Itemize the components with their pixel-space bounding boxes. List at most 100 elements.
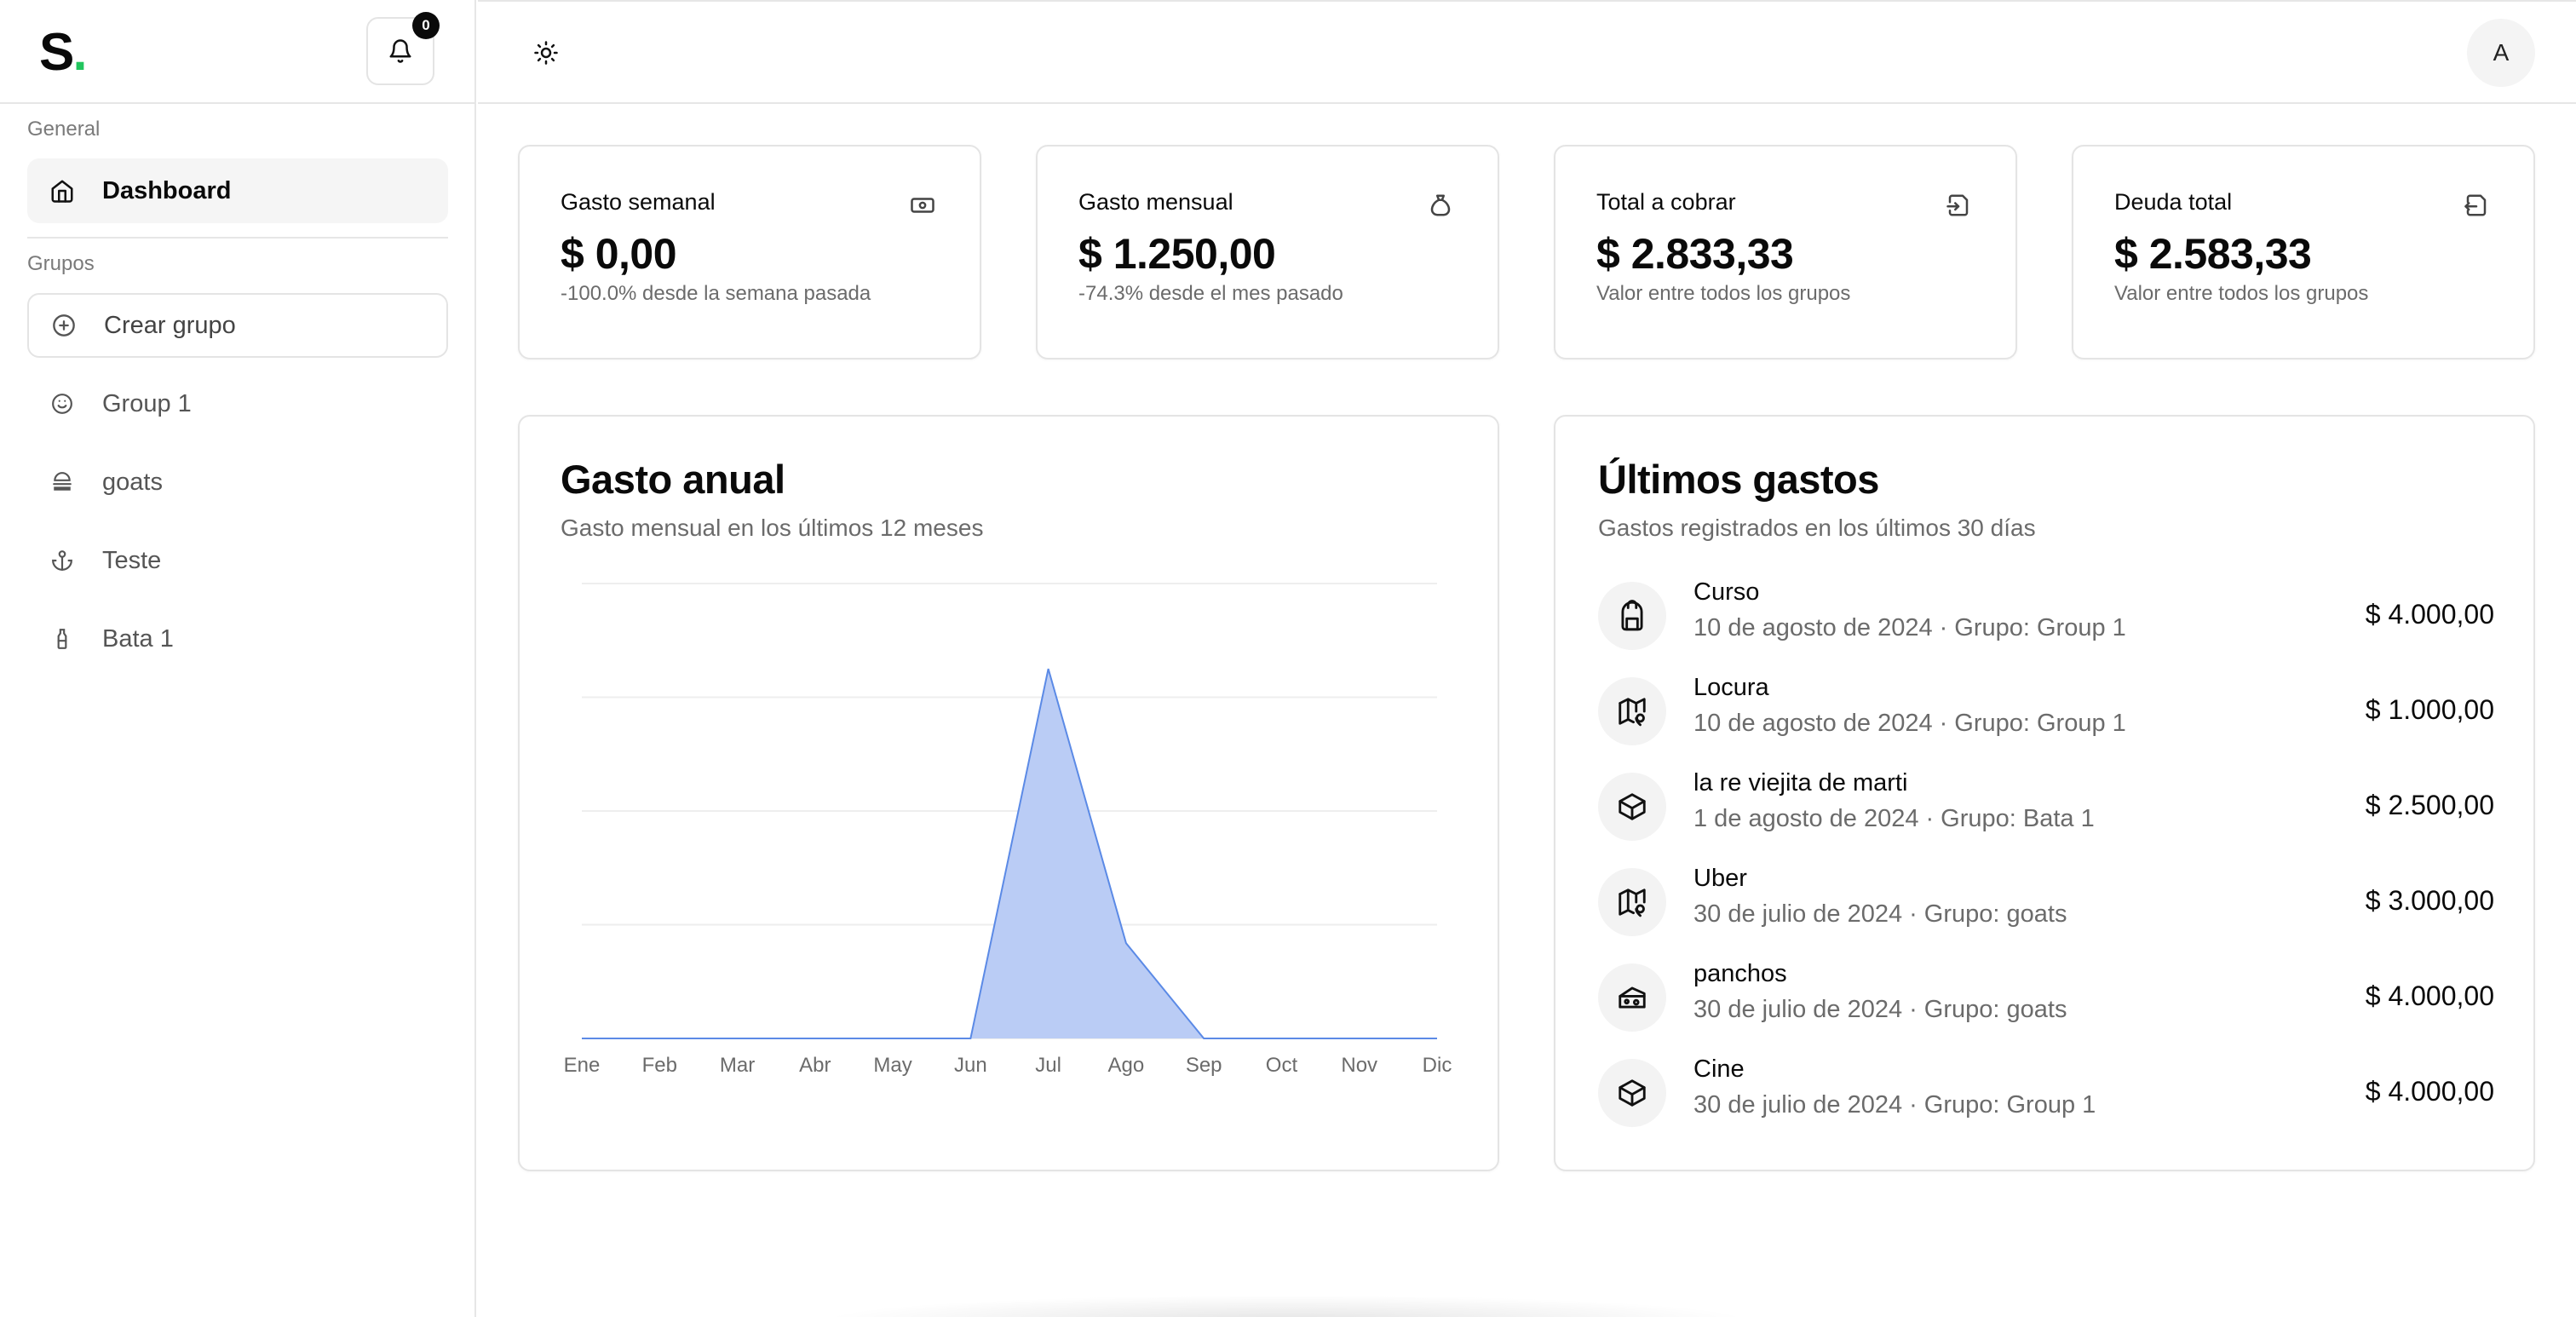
backpack-icon (1598, 582, 1666, 650)
stat-card-debt: Deuda total $ 2.583,33 Valor entre todos… (2072, 145, 2535, 359)
bottle-icon (48, 624, 77, 653)
stat-value: $ 0,00 (561, 230, 677, 278)
x-tick-label: May (873, 1054, 911, 1077)
map-pin-icon (1598, 868, 1666, 936)
sidebar-item-bata-1[interactable]: Bata 1 (27, 607, 448, 671)
app-logo[interactable]: S. (39, 22, 88, 83)
expense-date: 10 de agosto de 2024 (1693, 614, 1933, 641)
meta-separator: · (1925, 805, 1935, 832)
expense-group: Grupo: Bata 1 (1941, 805, 2095, 832)
home-icon (48, 176, 77, 205)
recent-card-title: Últimos gastos (1598, 457, 1879, 502)
expense-amount: $ 4.000,00 (2365, 981, 2494, 1011)
box-icon (1598, 1059, 1666, 1127)
user-avatar[interactable]: A (2467, 19, 2535, 87)
expense-row[interactable]: Uber 30 de julio de 2024 · Grupo: goats $ 3.… (1598, 865, 2494, 941)
x-tick-label: Abr (799, 1054, 831, 1077)
expense-name: Locura (1693, 674, 1769, 701)
stat-caption: Valor entre todos los grupos (2114, 282, 2369, 305)
sidebar-item-goats[interactable]: goats (27, 450, 448, 515)
sidebar-item-teste[interactable]: Teste (27, 528, 448, 593)
expense-meta: 1 de agosto de 2024 · Grupo: Bata 1 (1693, 805, 2095, 833)
annual-chart-card: Gasto anual Gasto mensual en los últimos… (518, 415, 1499, 1171)
stat-card-receivable: Total a cobrar $ 2.833,33 Valor entre to… (1554, 145, 2017, 359)
x-tick-label: Mar (720, 1054, 755, 1077)
x-tick-label: Sep (1186, 1054, 1222, 1077)
plus-circle-icon (49, 311, 78, 340)
stat-caption: -100.0% desde la semana pasada (561, 282, 871, 305)
bell-icon (389, 39, 411, 63)
sidebar-item-label: Crear grupo (104, 311, 236, 339)
meta-separator: · (1909, 1091, 1918, 1119)
chart-point-feb[interactable] (654, 1033, 664, 1044)
meta-separator: · (1939, 710, 1948, 737)
expense-row[interactable]: panchos 30 de julio de 2024 · Grupo: goats $… (1598, 960, 2494, 1037)
stat-value: $ 2.833,33 (1596, 230, 1794, 278)
expense-date: 1 de agosto de 2024 (1693, 805, 1919, 832)
expense-meta: 10 de agosto de 2024 · Grupo: Group 1 (1693, 710, 2126, 738)
burger-icon (48, 468, 77, 497)
expense-meta: 30 de julio de 2024 · Grupo: goats (1693, 996, 2067, 1024)
meta-separator: · (1939, 614, 1948, 641)
stat-title: Deuda total (2114, 189, 2233, 215)
expense-row[interactable]: Locura 10 de agosto de 2024 · Grupo: Group … (1598, 674, 2494, 751)
expense-name: Cine (1693, 1055, 1745, 1083)
x-tick-label: Ago (1108, 1054, 1145, 1077)
smile-icon (48, 389, 77, 418)
meta-separator: · (1909, 996, 1918, 1023)
expense-row[interactable]: Cine 30 de julio de 2024 · Grupo: Group 1 $ … (1598, 1055, 2494, 1132)
chart-point-jul[interactable] (1044, 664, 1054, 674)
expense-name: Curso (1693, 578, 1760, 606)
stat-caption: -74.3% desde el mes pasado (1078, 282, 1343, 305)
box-icon (1598, 773, 1666, 841)
chart-point-mar[interactable] (733, 1033, 743, 1044)
expense-meta: 10 de agosto de 2024 · Grupo: Group 1 (1693, 614, 2126, 642)
expense-group: Grupo: goats (1923, 900, 2067, 928)
expense-group: Grupo: Group 1 (1954, 614, 2126, 641)
expense-amount: $ 2.500,00 (2365, 790, 2494, 820)
chart-point-dic[interactable] (1432, 1033, 1442, 1044)
expense-amount: $ 3.000,00 (2365, 885, 2494, 916)
expense-name: Uber (1693, 865, 1747, 892)
x-tick-label: Nov (1341, 1054, 1377, 1077)
expense-date: 10 de agosto de 2024 (1693, 710, 1933, 737)
sidebar-item-dashboard[interactable]: Dashboard (27, 158, 448, 223)
stat-title: Total a cobrar (1596, 189, 1736, 215)
chart-point-ago[interactable] (1121, 938, 1131, 948)
stat-value: $ 1.250,00 (1078, 230, 1276, 278)
stat-caption: Valor entre todos los grupos (1596, 282, 1851, 305)
notifications-badge: 0 (412, 12, 440, 39)
chart-point-oct[interactable] (1276, 1033, 1286, 1044)
sidebar-item-label: Teste (102, 546, 162, 574)
create-group-button[interactable]: Crear grupo (27, 293, 448, 358)
chart-point-jun[interactable] (965, 1033, 975, 1044)
expense-row[interactable]: Curso 10 de agosto de 2024 · Grupo: Group 1… (1598, 578, 2494, 655)
expense-row[interactable]: la re viejita de marti 1 de agosto de 202… (1598, 769, 2494, 846)
expense-group: Grupo: Group 1 (1954, 710, 2126, 737)
sidebar-item-label: Dashboard (102, 176, 232, 204)
chart-point-abr[interactable] (810, 1033, 820, 1044)
recent-expenses-card: Últimos gastos Gastos registrados en los… (1554, 415, 2535, 1171)
stat-title: Gasto semanal (561, 189, 716, 215)
theme-toggle-button[interactable] (529, 36, 563, 70)
sidebar: S. 0 General Dashboard Grupos Crear grup… (0, 0, 476, 1317)
stat-card-monthly: Gasto mensual $ 1.250,00 -74.3% desde el… (1036, 145, 1499, 359)
expense-group: Grupo: goats (1923, 996, 2067, 1023)
banknote-icon (908, 191, 937, 220)
sidebar-item-label: Group 1 (102, 389, 192, 417)
top-header: A (478, 0, 2576, 104)
expense-date: 30 de julio de 2024 (1693, 996, 1903, 1023)
chart-point-nov[interactable] (1354, 1033, 1365, 1044)
x-tick-label: Feb (642, 1054, 677, 1077)
x-tick-label: Dic (1423, 1054, 1452, 1077)
sidebar-item-group-1[interactable]: Group 1 (27, 371, 448, 436)
chart-point-sep[interactable] (1199, 1033, 1209, 1044)
x-tick-label: Jun (954, 1054, 987, 1077)
map-pin-icon (1598, 677, 1666, 745)
chart-point-ene[interactable] (577, 1033, 587, 1044)
chart-point-may[interactable] (888, 1033, 898, 1044)
expense-name: panchos (1693, 960, 1787, 987)
meta-separator: · (1909, 900, 1918, 928)
expense-meta: 30 de julio de 2024 · Grupo: goats (1693, 900, 2067, 929)
stat-title: Gasto mensual (1078, 189, 1233, 215)
